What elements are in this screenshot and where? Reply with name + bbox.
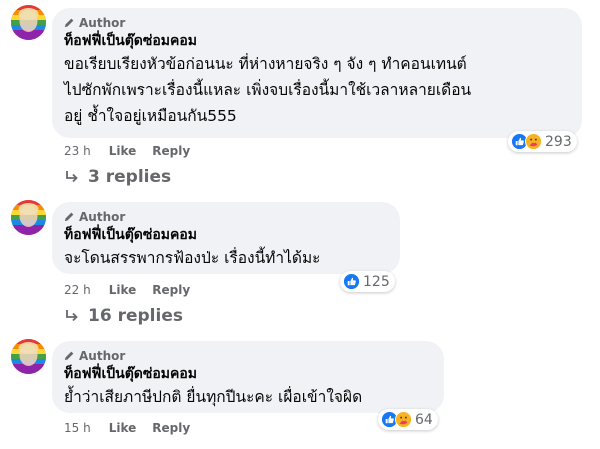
author-badge: Author	[64, 209, 388, 224]
commenter-name[interactable]: ท็อฟฟี่เป็นตุ๊ดซ่อมคอม	[64, 225, 388, 245]
reply-button[interactable]: Reply	[152, 144, 190, 158]
commenter-name[interactable]: ท็อฟฟี่เป็นตุ๊ดซ่อมคอม	[64, 364, 432, 384]
comment-line-1: ย้ำว่าเสียภาษีปกติ ยื่นทุกปีนะคะ เผื่อเข…	[64, 388, 363, 406]
view-replies-button[interactable]: 3 replies	[64, 167, 171, 187]
author-badge: Author	[64, 15, 570, 30]
comment-actions: 22 h Like Reply	[64, 282, 206, 298]
like-reaction-icon	[343, 273, 360, 290]
reaction-summary[interactable]: 293	[508, 131, 577, 152]
reaction-summary[interactable]: 125	[340, 271, 395, 292]
comment-bubble: Author ท็อฟฟี่เป็นตุ๊ดซ่อมคอม ขอเรียบเรี…	[52, 8, 582, 138]
like-button[interactable]: Like	[109, 283, 137, 297]
reply-button[interactable]: Reply	[152, 283, 190, 297]
reply-button[interactable]: Reply	[152, 421, 190, 435]
reaction-summary[interactable]: 64	[378, 409, 438, 430]
reaction-count: 64	[415, 411, 433, 428]
author-badge-label: Author	[79, 209, 126, 224]
reaction-count: 125	[363, 273, 390, 290]
avatar[interactable]	[11, 5, 46, 40]
reaction-count: 293	[545, 133, 572, 150]
replies-count-label: 16 replies	[88, 306, 183, 326]
author-badge-label: Author	[79, 348, 126, 363]
pencil-icon	[64, 18, 74, 28]
comment-line-3: อยู่ ช้ำใจอยู่เหมือนกัน555	[64, 107, 237, 125]
avatar[interactable]	[11, 339, 46, 374]
avatar[interactable]	[11, 200, 46, 235]
comment-line-1: ขอเรียบเรียงหัวข้อก่อนนะ ที่ห่างหายจริง …	[64, 55, 467, 73]
reply-arrow-icon	[66, 310, 78, 322]
like-button[interactable]: Like	[109, 144, 137, 158]
care-reaction-icon	[525, 133, 542, 150]
reply-arrow-icon	[66, 171, 78, 183]
comment-bubble: Author ท็อฟฟี่เป็นตุ๊ดซ่อมคอม จะโดนสรรพา…	[52, 202, 400, 274]
pencil-icon	[64, 212, 74, 222]
comment-actions: 15 h Like Reply	[64, 420, 206, 436]
timestamp[interactable]: 23 h	[64, 144, 91, 158]
comment-bubble: Author ท็อฟฟี่เป็นตุ๊ดซ่อมคอม ย้ำว่าเสีย…	[52, 341, 444, 413]
timestamp[interactable]: 22 h	[64, 283, 91, 297]
author-badge-label: Author	[79, 15, 126, 30]
pencil-icon	[64, 351, 74, 361]
comment-line-2: ไปซักพักเพราะเรื่องนี้แหละ เพิ่งจบเรื่อง…	[64, 81, 472, 99]
like-button[interactable]: Like	[109, 421, 137, 435]
comment-line-1: จะโดนสรรพากรฟ้องป่ะ เรื่องนี้ทำได้มะ	[64, 249, 321, 267]
author-badge: Author	[64, 348, 432, 363]
timestamp[interactable]: 15 h	[64, 421, 91, 435]
replies-count-label: 3 replies	[88, 167, 172, 187]
view-replies-button[interactable]: 16 replies	[64, 306, 183, 326]
commenter-name[interactable]: ท็อฟฟี่เป็นตุ๊ดซ่อมคอม	[64, 31, 570, 51]
care-reaction-icon	[395, 411, 412, 428]
comment-actions: 23 h Like Reply	[64, 143, 206, 159]
